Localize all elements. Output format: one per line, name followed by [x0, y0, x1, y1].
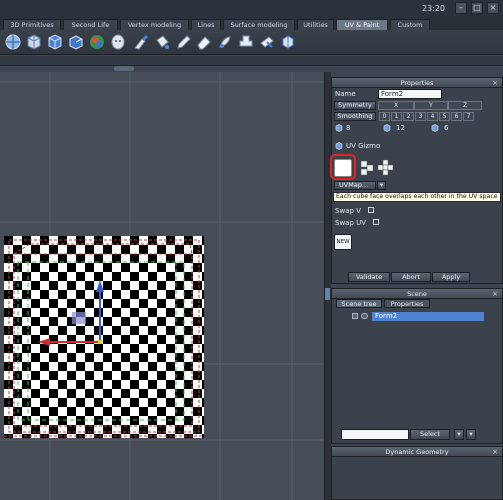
dynamic-geometry-title: Dynamic Geometry × — [332, 447, 502, 457]
smoothing-4[interactable]: 4 — [427, 112, 438, 121]
title-bar: 23:20 – □ × — [0, 0, 503, 18]
name-field[interactable]: Form2 — [378, 89, 442, 99]
smoothing-2[interactable]: 2 — [403, 112, 414, 121]
uv-paint-toolbar — [0, 30, 503, 55]
uv-gizmo-icon — [335, 142, 343, 150]
apply-button[interactable]: Apply — [432, 272, 470, 282]
cube-arrows-icon[interactable] — [279, 33, 297, 51]
select-button[interactable]: Select — [410, 429, 450, 440]
swap-uv-label: Swap UV — [335, 219, 367, 227]
smoothing-5[interactable]: 5 — [439, 112, 450, 121]
splitter-arrow-icon[interactable] — [325, 288, 330, 300]
close-button[interactable]: × — [487, 2, 499, 14]
status-strip — [0, 56, 503, 66]
3d-viewport[interactable] — [0, 72, 324, 500]
uv-checker-texture — [4, 236, 204, 438]
edge-count: 12 — [396, 124, 405, 132]
chevron-down-icon[interactable]: ▾ — [377, 181, 386, 190]
new-button[interactable]: NEW — [334, 234, 352, 250]
highlight-ring — [330, 154, 356, 180]
swap-v-checkbox[interactable] — [368, 207, 374, 213]
tab-lines[interactable]: Lines — [191, 19, 221, 30]
tab-uv-paint[interactable]: UV & Paint — [336, 19, 388, 30]
properties-title: Properties × — [332, 78, 502, 88]
smoothing-7[interactable]: 7 — [463, 112, 474, 121]
swap-v-label: Swap V — [335, 207, 361, 215]
swap-uv-checkbox[interactable] — [373, 219, 379, 225]
tab-scene-properties[interactable]: Properties — [384, 299, 430, 308]
cube-blue-icon[interactable] — [46, 33, 64, 51]
close-icon[interactable]: × — [491, 448, 499, 456]
smoothing-0[interactable]: 0 — [379, 112, 390, 121]
tab-vertex-modeling[interactable]: Vertex modeling — [120, 19, 189, 30]
tab-3d-primitives[interactable]: 3D Primitives — [3, 19, 61, 30]
axis-x-button[interactable]: X — [378, 101, 414, 110]
smoothing-6[interactable]: 6 — [451, 112, 462, 121]
tab-custom[interactable]: Custom — [390, 19, 430, 30]
paint-brush-icon[interactable] — [132, 33, 150, 51]
ribbon-tabs: 3D Primitives Second Life Vertex modelin… — [0, 18, 503, 30]
scene-tree-item[interactable]: Form2 — [372, 312, 484, 321]
scene-title: Scene × — [332, 289, 502, 299]
maximize-button[interactable]: □ — [471, 2, 483, 14]
axis-z-button[interactable]: Z — [448, 101, 482, 110]
spray-icon[interactable] — [258, 33, 276, 51]
tab-utilities[interactable]: Utilities — [297, 19, 334, 30]
eraser-icon[interactable] — [195, 33, 213, 51]
chevron-down-icon[interactable]: ▾ — [454, 429, 464, 440]
uvmap-label: UVMap... — [339, 181, 369, 189]
toolbar-scroll-handle[interactable] — [114, 66, 134, 71]
smoothing-1[interactable]: 1 — [391, 112, 402, 121]
edge-count-icon — [383, 124, 391, 132]
tooltip: Each cube face overlaps each other in th… — [333, 192, 501, 202]
cross-map-button[interactable] — [377, 159, 395, 177]
visibility-icon[interactable] — [361, 313, 368, 319]
symmetry-button[interactable]: Symmetry — [334, 101, 376, 110]
clock: 23:20 — [421, 4, 445, 13]
abort-button[interactable]: Abort — [391, 272, 431, 282]
smoothing-button[interactable]: Smoothing — [334, 112, 376, 121]
name-label: Name — [335, 90, 356, 98]
uv-gizmo-label: UV Gizmo — [346, 142, 381, 150]
lock-icon[interactable] — [352, 313, 358, 319]
minimize-button[interactable]: – — [455, 2, 467, 14]
paint-bucket-icon[interactable] — [153, 33, 171, 51]
dynamic-geometry-panel: Dynamic Geometry × — [331, 446, 503, 500]
validate-button[interactable]: Validate — [348, 272, 390, 282]
stamp-icon[interactable] — [237, 33, 255, 51]
smoothing-3[interactable]: 3 — [415, 112, 426, 121]
cube-checker-icon[interactable] — [25, 33, 43, 51]
axis-y-button[interactable]: Y — [414, 101, 448, 110]
tab-scene-tree[interactable]: Scene tree — [336, 299, 382, 308]
uvmap-dropdown[interactable]: UVMap... — [334, 181, 376, 190]
sphere-uv-icon[interactable] — [4, 33, 22, 51]
close-icon[interactable]: × — [491, 290, 499, 298]
palette-sphere-icon[interactable] — [88, 33, 106, 51]
vertex-count: 8 — [346, 124, 351, 132]
vertex-count-icon — [335, 124, 343, 132]
pencil-icon[interactable] — [174, 33, 192, 51]
panel-splitter[interactable] — [324, 72, 331, 500]
face-count-icon — [431, 124, 439, 132]
tab-second-life[interactable]: Second Life — [63, 19, 118, 30]
filter-icon[interactable]: ▾ — [466, 429, 476, 440]
app-window: 23:20 – □ × 3D Primitives Second Life Ve… — [0, 0, 503, 500]
close-icon[interactable]: × — [491, 79, 499, 87]
smudge-icon[interactable] — [216, 33, 234, 51]
layout-map-button[interactable] — [360, 160, 374, 176]
select-input[interactable] — [341, 429, 409, 440]
head-icon[interactable] — [109, 33, 127, 51]
face-count: 6 — [444, 124, 449, 132]
cube-open-icon[interactable] — [67, 33, 85, 51]
tab-surface-modeling[interactable]: Surface modeling — [223, 19, 295, 30]
